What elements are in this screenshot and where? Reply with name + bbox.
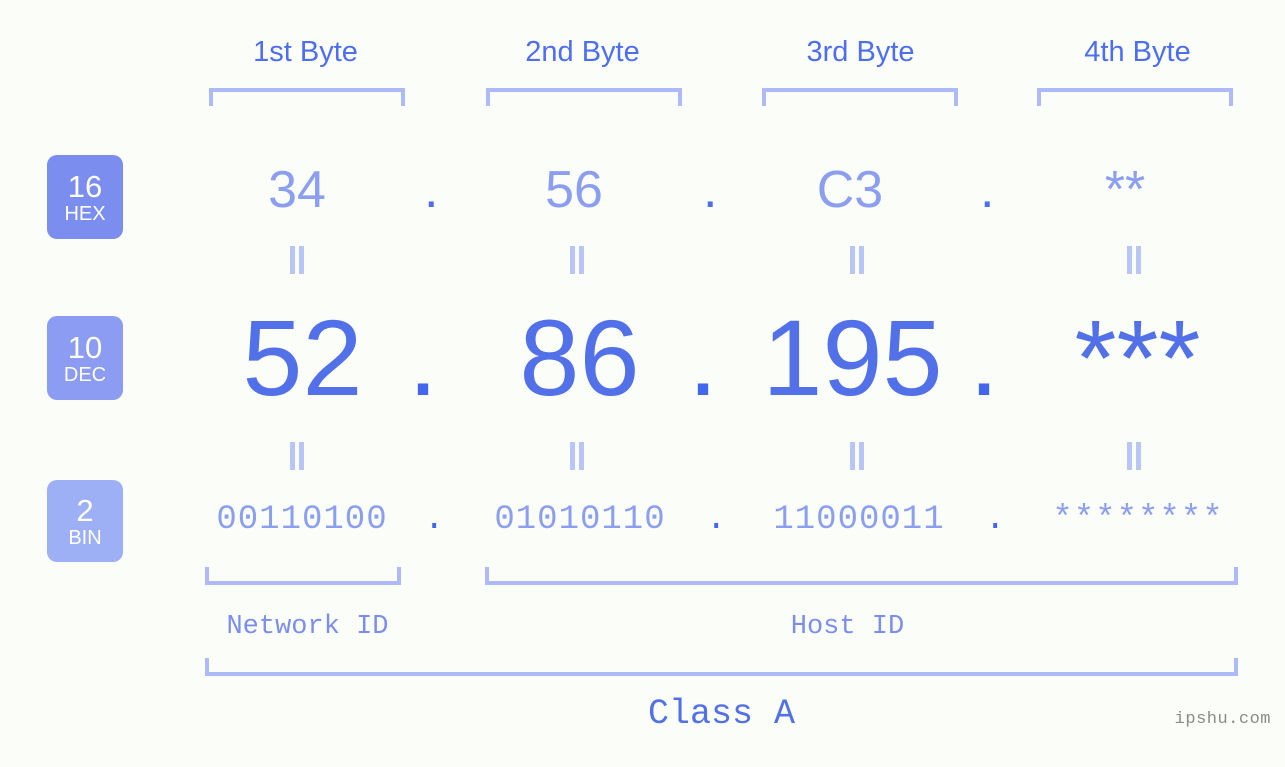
class-bracket — [205, 658, 1238, 676]
dec-value-row: 52 . 86 . 195 . *** — [0, 295, 1285, 420]
dec-separator-2: . — [688, 297, 719, 418]
byte-bracket-4 — [1037, 88, 1233, 106]
byte-header-label-3: 3rd Byte — [806, 36, 915, 68]
hex-byte-3: C3 — [816, 161, 884, 219]
hex-byte-2: 56 — [545, 161, 603, 219]
byte-bracket-1 — [209, 88, 405, 106]
bin-value-row: 00110100 . 01010110 . 11000011 . *******… — [0, 492, 1285, 548]
byte-bracket-3 — [762, 88, 958, 106]
equals-mark-hex-dec-2 — [569, 246, 585, 274]
equals-mark-dec-bin-4 — [1126, 442, 1142, 470]
bin-byte-2: 01010110 — [494, 501, 666, 539]
byte-header-label-2: 2nd Byte — [525, 36, 640, 68]
equals-mark-dec-bin-2 — [569, 442, 585, 470]
dec-byte-2: 86 — [519, 297, 640, 418]
hex-byte-1: 34 — [268, 161, 326, 219]
ip-address-breakdown-diagram: 1st Byte 2nd Byte 3rd Byte 4th Byte 16 H… — [0, 0, 1285, 767]
equals-mark-hex-dec-4 — [1126, 246, 1142, 274]
byte-bracket-2 — [486, 88, 682, 106]
network-id-label: Network ID — [226, 612, 389, 642]
network-id-bracket — [205, 567, 401, 585]
dec-byte-3: 195 — [762, 297, 943, 418]
equals-mark-hex-dec-1 — [289, 246, 305, 274]
bin-byte-3: 11000011 — [773, 501, 945, 539]
site-watermark: ipshu.com — [1174, 710, 1271, 729]
bin-byte-1: 00110100 — [216, 501, 388, 539]
byte-header-label-4: 4th Byte — [1084, 36, 1191, 68]
bin-separator-3: . — [985, 501, 1006, 539]
byte-header-label-1: 1st Byte — [253, 36, 358, 68]
dec-byte-4: *** — [1074, 297, 1201, 418]
dec-separator-1: . — [408, 297, 439, 418]
host-id-label: Host ID — [790, 612, 905, 642]
host-id-bracket — [485, 567, 1238, 585]
equals-mark-dec-bin-1 — [289, 442, 305, 470]
class-label: Class A — [647, 694, 796, 734]
bin-byte-4: ******** — [1052, 501, 1224, 539]
hex-separator-3: . — [980, 161, 995, 219]
hex-byte-4: ** — [1104, 161, 1146, 219]
bin-separator-1: . — [424, 501, 445, 539]
dec-separator-3: . — [969, 297, 1000, 418]
hex-separator-1: . — [424, 161, 439, 219]
hex-separator-2: . — [703, 161, 718, 219]
hex-value-row: 34 . 56 . C3 . ** — [0, 150, 1285, 230]
bin-separator-2: . — [706, 501, 727, 539]
equals-mark-hex-dec-3 — [849, 246, 865, 274]
dec-byte-1: 52 — [242, 297, 363, 418]
equals-mark-dec-bin-3 — [849, 442, 865, 470]
